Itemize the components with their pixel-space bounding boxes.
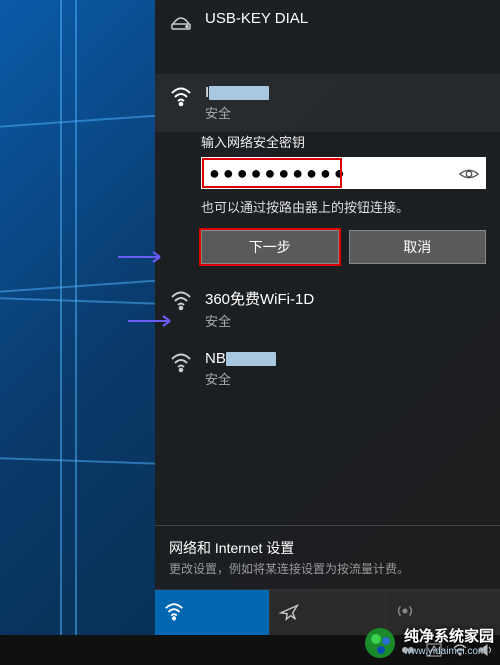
redacted-text [209, 86, 269, 100]
dialup-icon [169, 10, 193, 34]
wifi-icon [169, 84, 193, 108]
network-flyout: USB-KEY DIAL I 安全 输入网络安全密钥 也可以通过按路由器上的按 [155, 0, 500, 665]
windows-logo-lines [0, 0, 155, 665]
network-settings-link[interactable]: 网络和 Internet 设置 更改设置，例如将某连接设置为按流量计费。 [155, 525, 500, 589]
network-sub: 安全 [205, 369, 486, 388]
reveal-password-icon[interactable] [458, 163, 480, 185]
watermark: 纯净系统家园 www.yidaimei.com [362, 625, 494, 661]
network-name: 360免费WiFi-1D [205, 288, 486, 309]
network-name: USB-KEY DIAL [205, 10, 486, 27]
wifi-icon [169, 288, 193, 312]
annotation-arrow-password [118, 250, 168, 262]
password-input[interactable] [201, 157, 486, 189]
wifi-icon [163, 600, 185, 622]
password-prompt: 输入网络安全密钥 [201, 132, 486, 151]
network-name: I [205, 84, 486, 101]
hotspot-icon [394, 600, 416, 622]
settings-sub: 更改设置，例如将某连接设置为按流量计费。 [169, 560, 486, 577]
connect-panel: 输入网络安全密钥 也可以通过按路由器上的按钮连接。 下一步 取消 [155, 132, 500, 278]
cancel-button[interactable]: 取消 [349, 230, 487, 264]
watermark-title: 纯净系统家园 [404, 629, 494, 646]
watermark-logo-icon [362, 625, 398, 661]
next-button[interactable]: 下一步 [201, 230, 339, 264]
network-sub: 安全 [205, 311, 486, 330]
network-item-dial[interactable]: USB-KEY DIAL [155, 0, 500, 44]
wifi-icon [169, 350, 193, 374]
redacted-text [226, 352, 276, 366]
network-sub: 安全 [205, 103, 486, 122]
airplane-icon [278, 600, 300, 622]
network-item[interactable]: 360免费WiFi-1D 安全 [155, 278, 500, 340]
network-item[interactable]: NB 安全 [155, 340, 500, 398]
network-item-current[interactable]: I 安全 [155, 74, 500, 132]
watermark-url: www.yidaimei.com [404, 646, 494, 657]
network-name: NB [205, 350, 486, 367]
wps-hint: 也可以通过按路由器上的按钮连接。 [201, 197, 486, 216]
annotation-arrow-next [128, 314, 178, 326]
settings-title: 网络和 Internet 设置 [169, 538, 486, 558]
network-list: USB-KEY DIAL I 安全 输入网络安全密钥 也可以通过按路由器上的按 [155, 0, 500, 525]
